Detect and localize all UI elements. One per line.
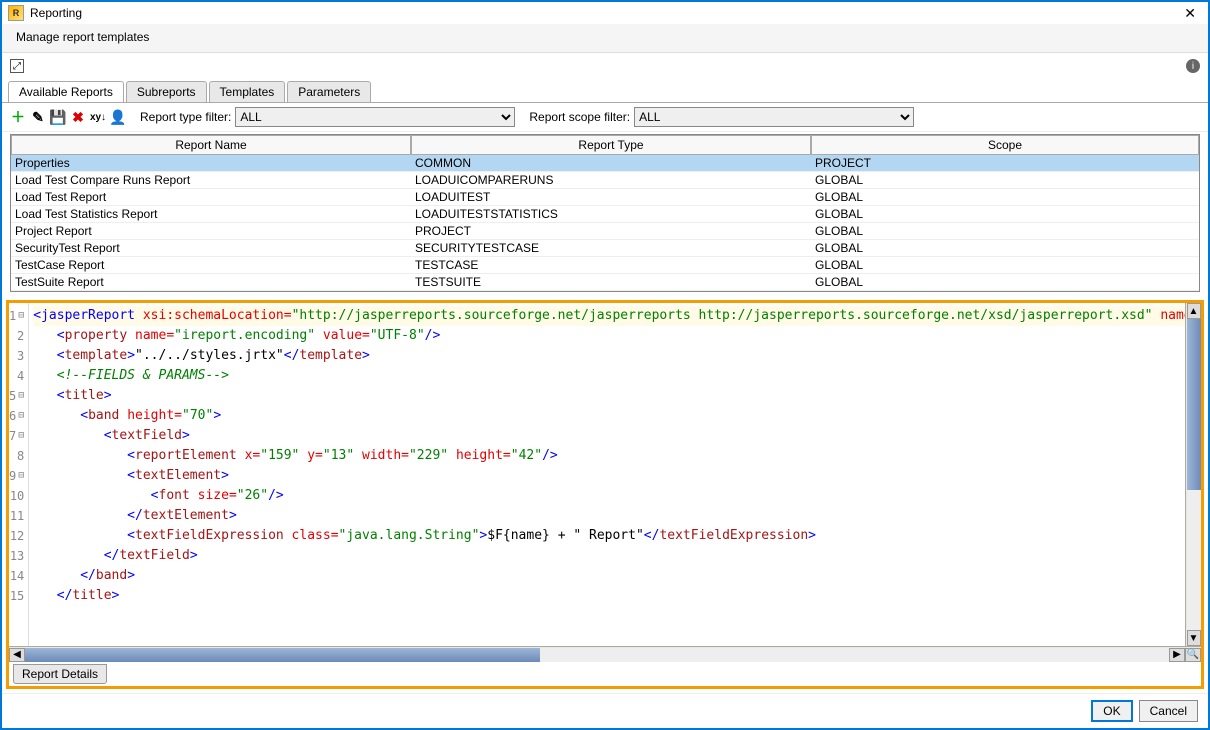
reports-table: Report Name Report Type Scope Properties… bbox=[10, 134, 1200, 292]
cell-name: Load Test Compare Runs Report bbox=[11, 172, 411, 189]
expand-icon[interactable]: ⤢ bbox=[10, 59, 24, 73]
ok-button[interactable]: OK bbox=[1091, 700, 1132, 722]
col-scope[interactable]: Scope bbox=[811, 135, 1199, 155]
cell-name: Project Report bbox=[11, 223, 411, 240]
rename-icon[interactable]: xy↓ bbox=[90, 109, 106, 125]
cell-name: Load Test Statistics Report bbox=[11, 206, 411, 223]
cell-scope: GLOBAL bbox=[811, 189, 1199, 206]
cell-scope: GLOBAL bbox=[811, 257, 1199, 274]
vertical-scrollbar[interactable]: ▲ ▼ bbox=[1185, 303, 1201, 646]
dialog-footer: OK Cancel bbox=[2, 693, 1208, 728]
info-icon[interactable]: i bbox=[1186, 59, 1200, 73]
cell-name: TestCase Report bbox=[11, 257, 411, 274]
table-row[interactable]: Load Test ReportLOADUITESTGLOBAL bbox=[11, 189, 1199, 206]
table-row[interactable]: TestCase ReportTESTCASEGLOBAL bbox=[11, 257, 1199, 274]
code-editor[interactable]: 1⊟ 2 3 4 5⊟ 6⊟ 7⊟ 8 9⊟ 10 11 12 13 14 15… bbox=[9, 303, 1185, 646]
type-filter-select[interactable]: ALL bbox=[235, 107, 515, 127]
cell-name: Load Test Report bbox=[11, 189, 411, 206]
add-icon[interactable]: ＋ bbox=[10, 109, 26, 125]
table-row[interactable]: SecurityTest ReportSECURITYTESTCASEGLOBA… bbox=[11, 240, 1199, 257]
scroll-right-icon[interactable]: ▶ bbox=[1169, 648, 1185, 662]
delete-icon[interactable]: ✖ bbox=[70, 109, 86, 125]
save-icon[interactable]: 💾 bbox=[50, 109, 66, 125]
tab-available-reports[interactable]: Available Reports bbox=[8, 81, 124, 102]
table-header: Report Name Report Type Scope bbox=[11, 135, 1199, 155]
cell-type: SECURITYTESTCASE bbox=[411, 240, 811, 257]
bottom-tab-row: Report Details bbox=[9, 662, 1201, 686]
scroll-up-icon[interactable]: ▲ bbox=[1187, 303, 1201, 319]
cell-type: LOADUICOMPARERUNS bbox=[411, 172, 811, 189]
report-toolbar: ＋ ✎ 💾 ✖ xy↓ 👤 Report type filter: ALL Re… bbox=[2, 103, 1208, 132]
scroll-left-icon[interactable]: ◀ bbox=[9, 648, 25, 662]
col-report-type[interactable]: Report Type bbox=[411, 135, 811, 155]
edit-icon[interactable]: ✎ bbox=[30, 109, 46, 125]
cell-type: PROJECT bbox=[411, 223, 811, 240]
type-filter-label: Report type filter: bbox=[140, 110, 231, 124]
tab-subreports[interactable]: Subreports bbox=[126, 81, 207, 102]
cell-scope: GLOBAL bbox=[811, 206, 1199, 223]
cell-scope: GLOBAL bbox=[811, 223, 1199, 240]
tab-report-details[interactable]: Report Details bbox=[13, 664, 107, 684]
cell-scope: GLOBAL bbox=[811, 274, 1199, 291]
scope-filter-select[interactable]: ALL bbox=[634, 107, 914, 127]
cell-type: TESTCASE bbox=[411, 257, 811, 274]
table-row[interactable]: Project ReportPROJECTGLOBAL bbox=[11, 223, 1199, 240]
scope-filter-label: Report scope filter: bbox=[529, 110, 630, 124]
cell-scope: GLOBAL bbox=[811, 172, 1199, 189]
tab-parameters[interactable]: Parameters bbox=[287, 81, 371, 102]
horizontal-scrollbar[interactable]: ◀ ▶ 🔍 bbox=[9, 646, 1201, 662]
user-icon[interactable]: 👤 bbox=[110, 109, 126, 125]
titlebar: R Reporting ✕ bbox=[2, 2, 1208, 24]
scroll-down-icon[interactable]: ▼ bbox=[1187, 630, 1201, 646]
table-row[interactable]: Load Test Compare Runs ReportLOADUICOMPA… bbox=[11, 172, 1199, 189]
window-title: Reporting bbox=[30, 6, 1178, 20]
table-row[interactable]: TestSuite ReportTESTSUITEGLOBAL bbox=[11, 274, 1199, 291]
tab-templates[interactable]: Templates bbox=[209, 81, 286, 102]
cell-type: COMMON bbox=[411, 155, 811, 172]
cell-name: TestSuite Report bbox=[11, 274, 411, 291]
cell-type: LOADUITEST bbox=[411, 189, 811, 206]
close-icon[interactable]: ✕ bbox=[1178, 3, 1202, 24]
cell-name: Properties bbox=[11, 155, 411, 172]
info-toolbar: ⤢ i bbox=[2, 53, 1208, 79]
table-row[interactable]: Load Test Statistics ReportLOADUITESTSTA… bbox=[11, 206, 1199, 223]
tab-bar: Available Reports Subreports Templates P… bbox=[2, 81, 1208, 103]
line-gutter: 1⊟ 2 3 4 5⊟ 6⊟ 7⊟ 8 9⊟ 10 11 12 13 14 15 bbox=[9, 303, 29, 646]
cell-name: SecurityTest Report bbox=[11, 240, 411, 257]
zoom-icon[interactable]: 🔍 bbox=[1185, 648, 1201, 662]
table-row[interactable]: PropertiesCOMMONPROJECT bbox=[11, 155, 1199, 172]
cell-scope: PROJECT bbox=[811, 155, 1199, 172]
code-content[interactable]: <jasperReport xsi:schemaLocation="http:/… bbox=[29, 303, 1185, 646]
cell-type: LOADUITESTSTATISTICS bbox=[411, 206, 811, 223]
cancel-button[interactable]: Cancel bbox=[1139, 700, 1198, 722]
col-report-name[interactable]: Report Name bbox=[11, 135, 411, 155]
cell-scope: GLOBAL bbox=[811, 240, 1199, 257]
subtitle-bar: Manage report templates bbox=[2, 24, 1208, 53]
app-icon: R bbox=[8, 5, 24, 21]
editor-panel: 1⊟ 2 3 4 5⊟ 6⊟ 7⊟ 8 9⊟ 10 11 12 13 14 15… bbox=[6, 300, 1204, 689]
cell-type: TESTSUITE bbox=[411, 274, 811, 291]
